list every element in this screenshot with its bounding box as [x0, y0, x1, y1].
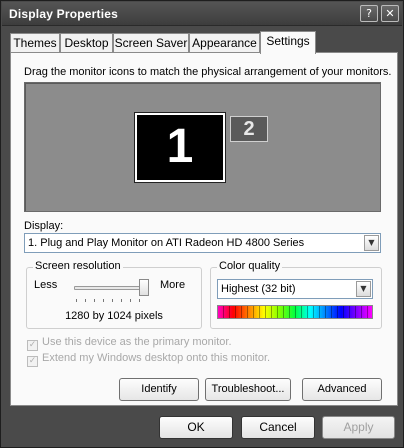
- monitor-instruction: Drag the monitor icons to match the phys…: [24, 66, 392, 78]
- resolution-slider-thumb[interactable]: [139, 279, 149, 296]
- display-select[interactable]: 1. Plug and Play Monitor on ATI Radeon H…: [24, 233, 381, 253]
- window-title: Display Properties: [9, 7, 118, 21]
- resolution-more-label: More: [160, 279, 186, 291]
- primary-monitor-checkbox[interactable]: ✓ Use this device as the primary monitor.: [27, 336, 232, 351]
- chevron-down-icon[interactable]: ▼: [356, 281, 371, 297]
- tab-strip: Themes Desktop Screen Saver Appearance S…: [10, 31, 400, 54]
- color-quality-value: Highest (32 bit): [221, 283, 296, 295]
- primary-monitor-label: Use this device as the primary monitor.: [42, 336, 232, 348]
- chevron-down-icon[interactable]: ▼: [364, 235, 379, 251]
- tab-screen-saver[interactable]: Screen Saver: [113, 33, 189, 53]
- tab-appearance[interactable]: Appearance: [189, 33, 260, 53]
- screen-resolution-group: Screen resolution Less More 1280 by 1024…: [26, 260, 202, 329]
- slider-tick: [76, 299, 77, 302]
- monitor-2-icon[interactable]: 2: [230, 116, 268, 142]
- extend-desktop-label: Extend my Windows desktop onto this moni…: [42, 352, 271, 364]
- monitor-1-icon[interactable]: 1: [134, 112, 226, 183]
- apply-button[interactable]: Apply: [322, 416, 395, 439]
- troubleshoot-button[interactable]: Troubleshoot...: [205, 378, 291, 401]
- title-bar[interactable]: Display Properties ? ✕: [2, 2, 402, 26]
- color-quality-group: Color quality Highest (32 bit) ▼: [210, 260, 382, 329]
- cancel-button[interactable]: Cancel: [241, 416, 315, 439]
- slider-tick: [94, 299, 95, 302]
- advanced-button[interactable]: Advanced: [302, 378, 382, 401]
- slider-tick: [112, 299, 113, 302]
- monitor-arrangement-area: 1 2: [24, 82, 381, 212]
- close-icon: ✕: [385, 7, 395, 20]
- tab-settings[interactable]: Settings: [260, 31, 316, 54]
- screen-resolution-title: Screen resolution: [33, 260, 123, 272]
- display-properties-window: Display Properties ? ✕ Themes Desktop Sc…: [0, 0, 404, 448]
- identify-button[interactable]: Identify: [119, 378, 199, 401]
- close-button[interactable]: ✕: [381, 5, 399, 22]
- check-icon: ✓: [27, 356, 38, 367]
- slider-tick: [130, 299, 131, 302]
- color-quality-select[interactable]: Highest (32 bit) ▼: [217, 279, 373, 299]
- extend-desktop-checkbox[interactable]: ✓ Extend my Windows desktop onto this mon…: [27, 352, 270, 367]
- slider-tick: [103, 299, 104, 302]
- tab-themes[interactable]: Themes: [10, 33, 60, 53]
- help-button[interactable]: ?: [360, 5, 378, 22]
- slider-tick: [85, 299, 86, 302]
- slider-tick: [121, 299, 122, 302]
- color-quality-title: Color quality: [217, 260, 283, 272]
- resolution-less-label: Less: [34, 279, 58, 291]
- ok-button[interactable]: OK: [159, 416, 233, 439]
- slider-tick: [139, 299, 140, 302]
- tab-desktop[interactable]: Desktop: [60, 33, 113, 53]
- settings-panel: Drag the monitor icons to match the phys…: [10, 52, 398, 406]
- check-icon: ✓: [27, 340, 38, 351]
- resolution-value: 1280 by 1024 pixels: [65, 310, 163, 322]
- display-label: Display:: [24, 220, 64, 232]
- display-select-value: 1. Plug and Play Monitor on ATI Radeon H…: [28, 237, 305, 249]
- resolution-slider-track[interactable]: [74, 286, 144, 290]
- color-spectrum-bar: [217, 305, 373, 319]
